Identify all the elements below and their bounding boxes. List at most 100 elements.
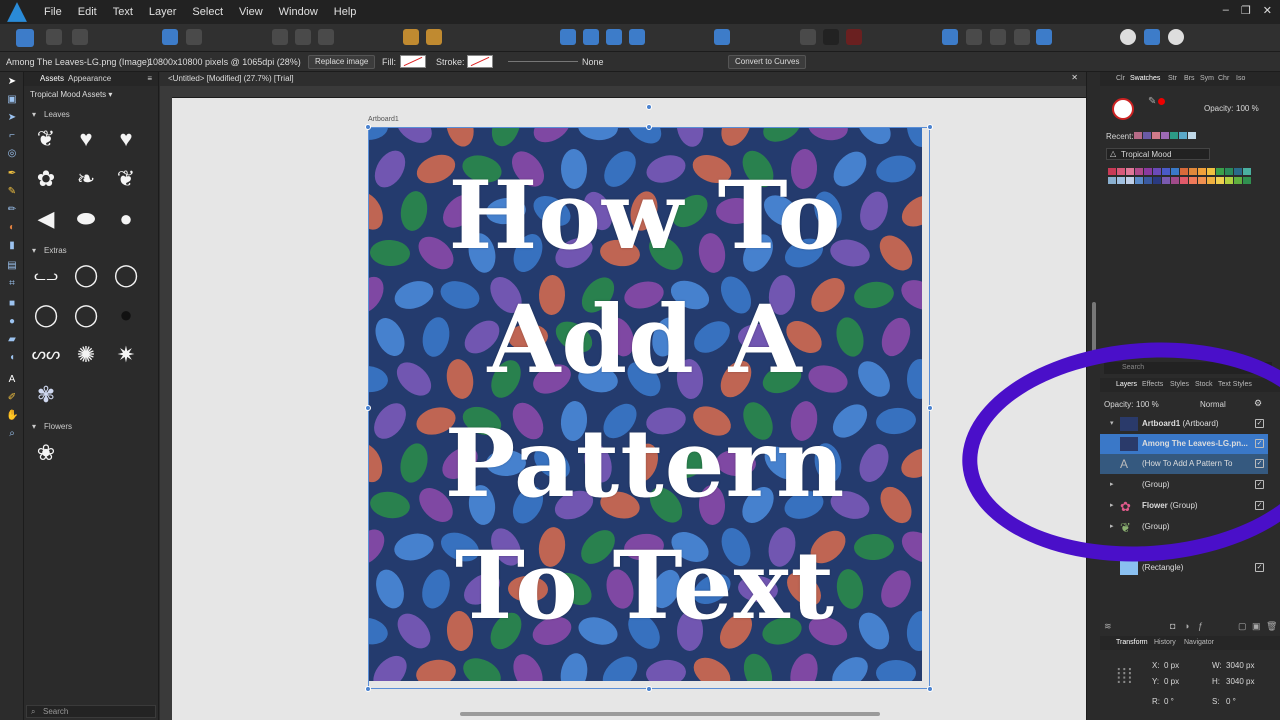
palette-swatch-chip[interactable]	[1162, 177, 1170, 184]
insert-behind-icon[interactable]	[403, 29, 419, 45]
canvas-area[interactable]: <Untitled> [Modified] (27.7%) [Trial] ✕ …	[160, 72, 1086, 720]
rectangle-tool-icon[interactable]: ■	[6, 298, 18, 310]
restore-icon[interactable]: ❐	[1241, 4, 1251, 17]
palette-swatch-chip[interactable]	[1108, 168, 1116, 175]
recent-swatch-chip[interactable]	[1152, 132, 1160, 139]
section-flowers[interactable]: ▾ Flowers	[24, 420, 159, 434]
color-picker-icon[interactable]: ✎	[1148, 96, 1156, 107]
menu-view[interactable]: View	[231, 6, 271, 18]
menu-edit[interactable]: Edit	[70, 6, 105, 18]
palette-swatch-chip[interactable]	[1225, 168, 1233, 175]
palette-swatch-chip[interactable]	[1234, 168, 1242, 175]
r-value[interactable]: 0 °	[1164, 697, 1174, 706]
rotate-right-icon[interactable]	[629, 29, 645, 45]
tab-character[interactable]: Chr	[1218, 75, 1229, 82]
shape-tool-icon[interactable]: ◖	[6, 352, 18, 364]
visibility-checkbox[interactable]: ✓	[1255, 419, 1264, 428]
tab-layers[interactable]: Layers	[1116, 381, 1137, 388]
palette-swatch-chip[interactable]	[1117, 177, 1125, 184]
point-transform-icon[interactable]: ◎	[6, 148, 18, 160]
horizontal-scrollbar[interactable]	[460, 712, 880, 716]
crop-tool-icon[interactable]: ⌗	[6, 278, 18, 290]
visibility-checkbox[interactable]: ✓	[1255, 522, 1264, 531]
palette-swatch-chip[interactable]	[1171, 177, 1179, 184]
dark-blob-asset-icon[interactable]: ●	[113, 302, 139, 328]
text-line-4[interactable]: To Text	[368, 539, 922, 633]
mask-icon[interactable]	[1036, 29, 1052, 45]
assets-category-dropdown[interactable]: Tropical Mood Assets ▾	[30, 90, 112, 99]
scroll-thumb[interactable]	[1092, 302, 1096, 362]
layers-search-input[interactable]: Search	[1104, 362, 1272, 374]
palette-swatch-chip[interactable]	[1126, 177, 1134, 184]
monstera-asset-icon[interactable]: ✿	[33, 166, 59, 192]
menu-window[interactable]: Window	[271, 6, 326, 18]
tab-brushes[interactable]: Brs	[1184, 75, 1195, 82]
text-line-3[interactable]: Pattern	[368, 417, 922, 511]
text-line-1[interactable]: How To	[368, 169, 922, 263]
grid-icon[interactable]	[318, 29, 334, 45]
s-value[interactable]: 0 °	[1226, 697, 1236, 706]
tab-color[interactable]: Clr	[1116, 75, 1125, 82]
assistant-icon[interactable]	[1120, 29, 1136, 45]
layer-row-selected[interactable]: Among The Leaves-LG.pn... ✓	[1100, 434, 1268, 454]
export-persona-icon[interactable]	[72, 29, 88, 45]
palette-swatch-chip[interactable]	[1153, 168, 1161, 175]
fish-leaf-asset-icon[interactable]: ◀	[33, 206, 59, 232]
clip-icon[interactable]	[1014, 29, 1030, 45]
w-value[interactable]: 3040 px	[1226, 661, 1254, 670]
tab-stroke[interactable]: Str	[1168, 75, 1177, 82]
boolean-intersect-icon[interactable]	[846, 29, 862, 45]
vector-brush-icon[interactable]: ✏	[6, 204, 18, 216]
visibility-checkbox[interactable]: ✓	[1255, 480, 1264, 489]
text-tool-icon[interactable]: A	[6, 374, 18, 386]
tab-assets[interactable]: Assets	[40, 74, 64, 83]
corner-tool-icon[interactable]: ⌐	[6, 130, 18, 142]
palm-leaf-asset-icon[interactable]: ❧	[73, 166, 99, 192]
pencil-tool-icon[interactable]: ✎	[6, 186, 18, 198]
flip-horizontal-icon[interactable]	[560, 29, 576, 45]
transparency-tool-icon[interactable]: ▮	[6, 240, 18, 252]
palette-swatch-chip[interactable]	[1198, 168, 1206, 175]
palette-swatch-chip[interactable]	[1216, 177, 1224, 184]
palette-swatch-chip[interactable]	[1198, 177, 1206, 184]
selection-handle[interactable]	[365, 405, 371, 411]
flower-blob-asset-icon[interactable]: ✾	[33, 382, 59, 408]
recent-swatch-chip[interactable]	[1143, 132, 1151, 139]
expand-triangle-icon[interactable]: ▸	[1110, 522, 1114, 530]
palette-swatch-chip[interactable]	[1216, 168, 1224, 175]
pixel-persona-icon[interactable]	[46, 29, 62, 45]
loops-asset-icon[interactable]: ᔕᔕ	[32, 342, 61, 368]
mask-layer-icon[interactable]: ◘	[1170, 621, 1175, 631]
selection-handle[interactable]	[646, 124, 652, 130]
layers-stack-icon[interactable]: ≋	[1104, 621, 1112, 632]
selection-handle[interactable]	[365, 686, 371, 692]
close-doc-icon[interactable]: ✕	[1071, 73, 1078, 82]
recent-swatch-chip[interactable]	[1134, 132, 1142, 139]
view-mode-icon[interactable]	[272, 29, 288, 45]
fern-leaf-asset-icon[interactable]: ❦	[113, 166, 139, 192]
hand-tool-icon[interactable]: ✋	[6, 410, 18, 422]
layer-row[interactable]: ▸ ❦ (Group) ✓	[1100, 517, 1268, 537]
rounded-rect-icon[interactable]: ▰	[6, 334, 18, 346]
leaf-asset-icon[interactable]: ❦	[33, 126, 59, 152]
layers-blend-mode[interactable]: Normal	[1200, 400, 1226, 409]
palette-swatch-chip[interactable]	[1117, 168, 1125, 175]
palette-swatch-chip[interactable]	[1108, 177, 1116, 184]
selection-handle[interactable]	[927, 405, 933, 411]
palette-swatch-chip[interactable]	[1153, 177, 1161, 184]
palette-swatch-chip[interactable]	[1144, 168, 1152, 175]
sync-icon[interactable]	[1168, 29, 1184, 45]
palette-swatch-chip[interactable]	[1243, 177, 1251, 184]
layer-row[interactable]: ▸ ✿ Flower (Group) ✓	[1100, 496, 1268, 516]
palette-swatch-chip[interactable]	[1189, 177, 1197, 184]
menu-text[interactable]: Text	[105, 6, 141, 18]
selection-handle[interactable]	[927, 686, 933, 692]
rotation-handle[interactable]	[646, 104, 652, 110]
visibility-checkbox[interactable]: ✓	[1255, 439, 1264, 448]
oval-leaf-asset-icon[interactable]: ⬬	[73, 206, 99, 232]
drop-leaf-asset-icon[interactable]: ●	[113, 206, 139, 232]
expand-triangle-icon[interactable]: ▸	[1110, 480, 1114, 488]
tab-styles[interactable]: Styles	[1170, 381, 1189, 388]
palette-swatch-chip[interactable]	[1180, 168, 1188, 175]
ring-asset-icon[interactable]: ◯	[33, 302, 59, 328]
